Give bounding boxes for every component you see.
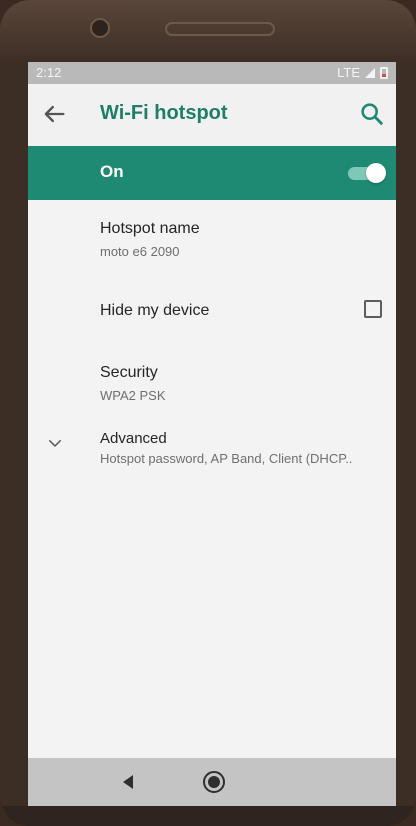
screen: 2:12 LTE Wi-Fi hotspot On Hotspot name m… [28,62,396,806]
hide-device-setting[interactable]: Hide my device [28,278,396,346]
nav-back-triangle-icon[interactable] [118,772,138,792]
hotspot-name-title: Hotspot name [100,220,200,237]
page-title: Wi-Fi hotspot [100,102,228,124]
app-toolbar: Wi-Fi hotspot [28,84,396,146]
security-title: Security [100,364,158,381]
advanced-summary: Hotspot password, AP Band, Client (DHCP.… [100,451,353,466]
status-time: 2:12 [36,65,62,80]
security-value: WPA2 PSK [100,388,166,403]
switch-thumb [366,163,386,183]
master-toggle-bar[interactable]: On [28,146,396,200]
chevron-down-icon [49,440,61,447]
advanced-setting[interactable]: Advanced Hotspot password, AP Band, Clie… [28,422,396,502]
hide-device-title: Hide my device [100,302,210,319]
phone-bezel-top [0,0,416,62]
hotspot-name-setting[interactable]: Hotspot name moto e6 2090 [28,202,396,278]
status-bar: 2:12 LTE [28,62,396,84]
advanced-title: Advanced [100,430,167,447]
hotspot-switch[interactable] [346,162,386,184]
status-icons: LTE [337,65,388,80]
phone-frame: 2:12 LTE Wi-Fi hotspot On Hotspot name m… [0,0,416,826]
master-toggle-label: On [100,162,124,181]
signal-icon [365,67,375,78]
network-type: LTE [337,65,360,80]
navigation-bar [28,758,396,806]
earpiece-speaker [165,22,275,36]
phone-bezel-bottom [0,806,416,826]
front-camera [90,18,110,38]
nav-home-circle-icon[interactable] [202,770,226,794]
battery-icon [380,66,388,79]
security-setting[interactable]: Security WPA2 PSK [28,346,396,422]
hotspot-name-value: moto e6 2090 [100,244,180,259]
hide-device-checkbox[interactable] [364,300,382,318]
back-arrow-icon[interactable] [40,100,68,128]
search-icon[interactable] [358,100,386,128]
